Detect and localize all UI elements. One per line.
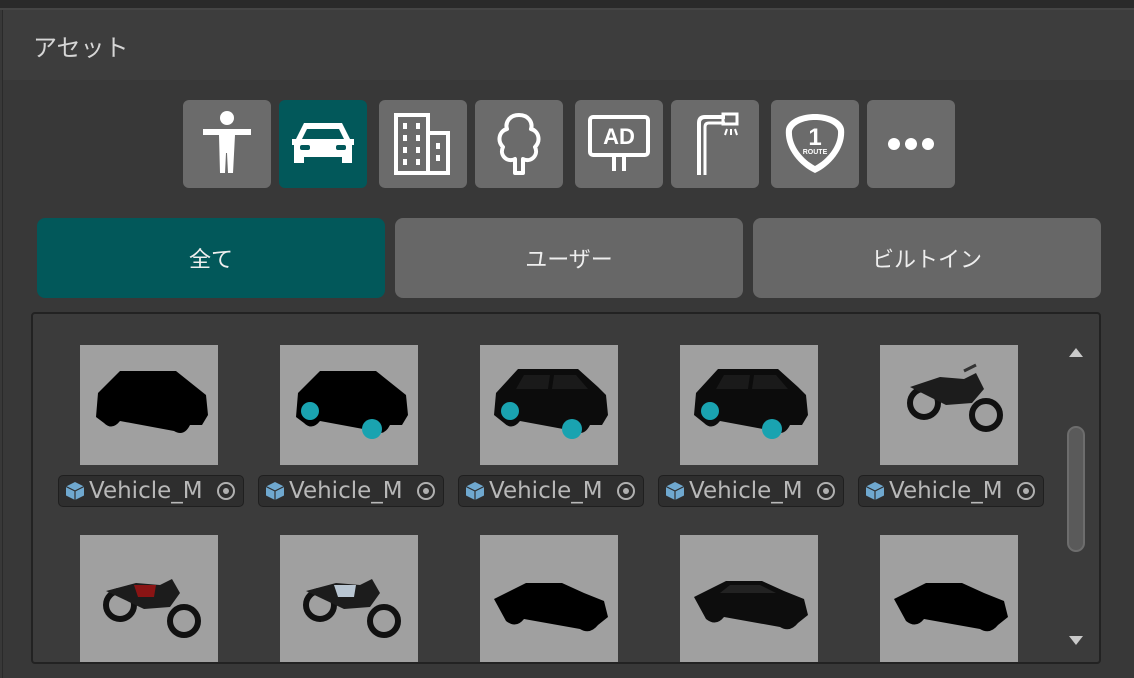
motorcycle-image (907, 363, 1003, 432)
asset-thumbnail-3[interactable] (480, 345, 618, 465)
asset-name: Vehicle_M (689, 478, 803, 504)
asset-thumbnail-10[interactable] (880, 535, 1018, 662)
panel-header: アセット (3, 10, 1134, 80)
billboard-ad-icon: AD (588, 115, 650, 171)
motorcycle-red-image (103, 579, 201, 638)
category-button-streetlight[interactable] (671, 100, 759, 188)
asset-thumbnail-7[interactable] (280, 535, 418, 662)
asset-label-5[interactable]: Vehicle_M (858, 475, 1044, 507)
building-icon (394, 113, 450, 175)
object-picker-icon[interactable] (1017, 482, 1035, 500)
category-button-person[interactable] (183, 100, 271, 188)
more-icon (888, 138, 934, 150)
car-icon (292, 123, 354, 163)
category-button-building[interactable] (379, 100, 467, 188)
filter-tab-all[interactable]: 全て (37, 218, 385, 298)
asset-thumbnail-5[interactable] (880, 345, 1018, 465)
prefab-cube-icon (65, 482, 85, 500)
route-text: ROUTE (803, 149, 828, 156)
asset-thumbnail-1[interactable] (80, 345, 218, 465)
route-number: 1 (808, 124, 821, 151)
scrollbar-thumb[interactable] (1067, 426, 1085, 552)
object-picker-icon[interactable] (617, 482, 635, 500)
filter-tab-user[interactable]: ユーザー (395, 218, 743, 298)
asset-name: Vehicle_M (489, 478, 603, 504)
object-picker-icon[interactable] (417, 482, 435, 500)
object-picker-icon[interactable] (817, 482, 835, 500)
category-button-road-sign[interactable]: 1 ROUTE (771, 100, 859, 188)
asset-label-3[interactable]: Vehicle_M (458, 475, 644, 507)
asset-thumbnail-4[interactable] (680, 345, 818, 465)
vertical-scrollbar[interactable] (1063, 334, 1089, 654)
filter-tab-builtin-label: ビルトイン (871, 248, 982, 273)
route-sign-icon: 1 ROUTE (785, 114, 845, 173)
prefab-cube-icon (465, 482, 485, 500)
asset-thumbnail-2[interactable] (280, 345, 418, 465)
panel-title: アセット (33, 34, 129, 62)
prefab-cube-icon (265, 482, 285, 500)
asset-thumbnail-9[interactable] (680, 535, 818, 662)
street-lamp-icon (697, 112, 739, 175)
prefab-cube-icon (865, 482, 885, 500)
suv-dark-image (494, 369, 608, 439)
window-top-border (0, 0, 1134, 8)
category-button-more[interactable] (867, 100, 955, 188)
sedan-silhouette-image (494, 583, 608, 632)
category-button-billboard[interactable]: AD (575, 100, 663, 188)
object-picker-icon[interactable] (217, 482, 235, 500)
person-icon (203, 111, 251, 173)
asset-label-2[interactable]: Vehicle_M (258, 475, 444, 507)
suv-dark-image (694, 369, 808, 439)
asset-thumbnail-8[interactable] (480, 535, 618, 662)
suv-silhouette-image (96, 371, 208, 433)
category-button-vehicle[interactable] (279, 100, 367, 188)
sedan-dark-image (694, 581, 808, 630)
suv-cyan-wheels-image (296, 371, 408, 439)
asset-name: Vehicle_M (289, 478, 403, 504)
asset-label-4[interactable]: Vehicle_M (658, 475, 844, 507)
filter-tab-builtin[interactable]: ビルトイン (753, 218, 1101, 298)
scroll-up-arrow-icon[interactable] (1069, 348, 1083, 357)
asset-thumbnail-6[interactable] (80, 535, 218, 662)
asset-name: Vehicle_M (889, 478, 1003, 504)
filter-tab-all-label: 全て (188, 248, 233, 273)
asset-grid: Vehicle_M Vehicle_M Vehicle_M Vehicle_M … (31, 312, 1101, 664)
tree-icon (497, 113, 541, 175)
asset-label-1[interactable]: Vehicle_M (58, 475, 244, 507)
scroll-down-arrow-icon[interactable] (1069, 636, 1083, 645)
motorcycle-silver-image (303, 579, 401, 638)
prefab-cube-icon (665, 482, 685, 500)
category-button-tree[interactable] (475, 100, 563, 188)
asset-name: Vehicle_M (89, 478, 203, 504)
sedan-silhouette-image (894, 583, 1008, 632)
filter-tab-user-label: ユーザー (525, 248, 613, 273)
billboard-ad-text: AD (603, 124, 635, 149)
